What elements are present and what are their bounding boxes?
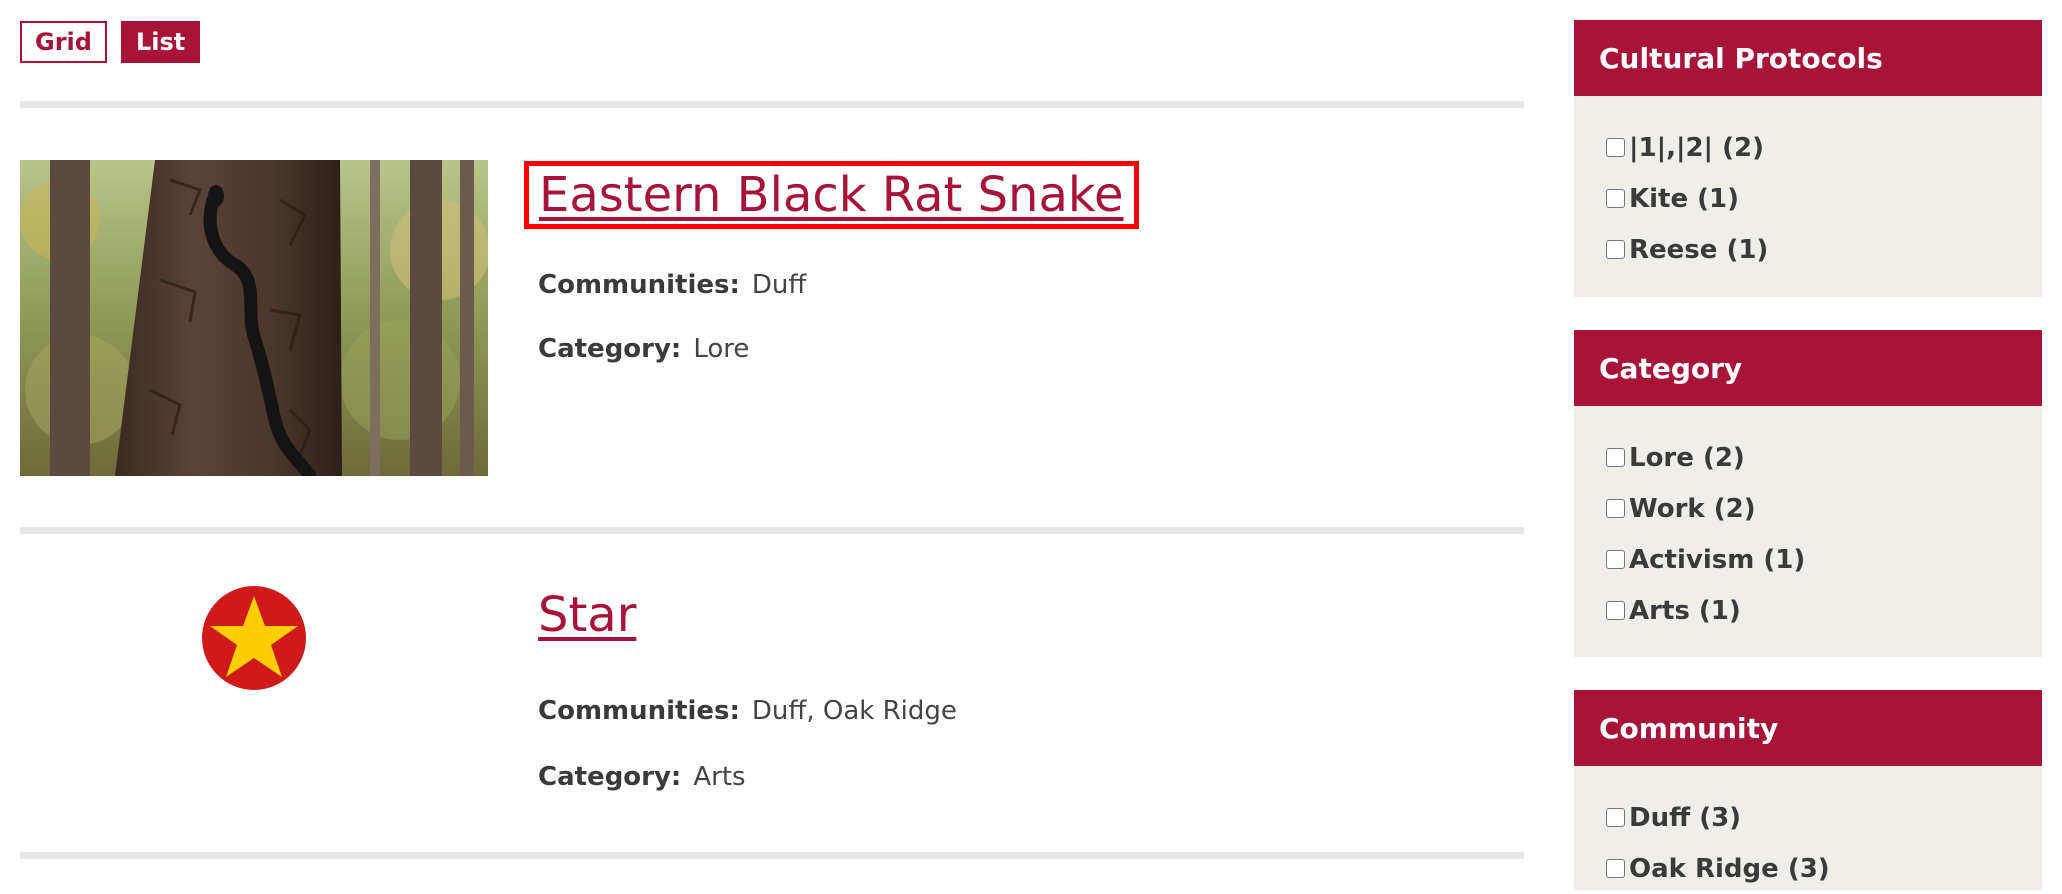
- facet-community: Community Duff (3) Oak Ridge (3): [1574, 690, 2042, 890]
- category-row: Category: Arts: [538, 762, 746, 792]
- checkbox[interactable]: [1606, 189, 1625, 208]
- communities-value: Duff, Oak Ridge: [751, 696, 957, 726]
- facet-category: Category Lore (2) Work (2) Activism (1) …: [1574, 330, 2042, 657]
- filter-option[interactable]: Duff (3): [1606, 792, 2042, 843]
- facet-title: Cultural Protocols: [1574, 20, 2042, 96]
- divider: [20, 101, 1524, 108]
- facet-title: Category: [1574, 330, 2042, 406]
- communities-label: Communities:: [538, 270, 740, 300]
- filter-option-label: |1|,|2| (2): [1629, 132, 1764, 163]
- divider: [20, 527, 1524, 534]
- filter-option[interactable]: Activism (1): [1606, 534, 2042, 585]
- communities-label: Communities:: [538, 696, 740, 726]
- results-area: Grid List Eastern Black Rat Snake Commun…: [20, 0, 1524, 873]
- checkbox[interactable]: [1606, 601, 1625, 620]
- checkbox[interactable]: [1606, 808, 1625, 827]
- result-title: Star: [538, 586, 636, 644]
- checkbox[interactable]: [1606, 448, 1625, 467]
- filter-option-label: Oak Ridge (3): [1629, 853, 1830, 884]
- filter-option[interactable]: Arts (1): [1606, 585, 2042, 636]
- filter-option[interactable]: |1|,|2| (2): [1606, 122, 2042, 173]
- filter-option[interactable]: Work (2): [1606, 483, 2042, 534]
- list-view-button[interactable]: List: [120, 21, 201, 63]
- communities-row: Communities: Duff: [538, 270, 806, 300]
- divider: [20, 852, 1524, 859]
- category-label: Category:: [538, 762, 682, 792]
- result-title-link[interactable]: Star: [538, 587, 636, 643]
- facet-title: Community: [1574, 690, 2042, 766]
- filter-option-label: Kite (1): [1629, 183, 1740, 214]
- checkbox[interactable]: [1606, 499, 1625, 518]
- communities-row: Communities: Duff, Oak Ridge: [538, 696, 957, 726]
- filter-option[interactable]: Reese (1): [1606, 224, 2042, 275]
- checkbox[interactable]: [1606, 240, 1625, 259]
- category-label: Category:: [538, 334, 682, 364]
- grid-view-button[interactable]: Grid: [20, 21, 107, 63]
- list-item: Eastern Black Rat Snake Communities: Duff…: [20, 160, 1524, 476]
- checkbox[interactable]: [1606, 138, 1625, 157]
- snake-thumbnail[interactable]: [20, 160, 488, 476]
- snake-photo: [20, 160, 488, 476]
- filter-option-label: Reese (1): [1629, 234, 1769, 265]
- filter-option-label: Lore (2): [1629, 442, 1745, 473]
- category-value: Arts: [693, 762, 746, 792]
- checkbox[interactable]: [1606, 550, 1625, 569]
- result-title-link[interactable]: Eastern Black Rat Snake: [539, 167, 1124, 223]
- result-title-highlight: Eastern Black Rat Snake: [524, 161, 1139, 229]
- checkbox[interactable]: [1606, 859, 1625, 878]
- filter-option[interactable]: Kite (1): [1606, 173, 2042, 224]
- filter-option-label: Duff (3): [1629, 802, 1742, 833]
- category-row: Category: Lore: [538, 334, 749, 364]
- filter-option-label: Work (2): [1629, 493, 1756, 524]
- list-item: Star Communities: Duff, Oak Ridge Categor…: [20, 586, 1524, 792]
- star-icon: [202, 586, 306, 690]
- filter-option[interactable]: Lore (2): [1606, 432, 2042, 483]
- communities-value: Duff: [751, 270, 807, 300]
- category-value: Lore: [693, 334, 750, 364]
- filter-option-label: Activism (1): [1629, 544, 1806, 575]
- star-thumbnail[interactable]: [20, 586, 488, 706]
- filter-option-label: Arts (1): [1629, 595, 1741, 626]
- view-toggle: Grid List: [20, 21, 201, 63]
- facet-cultural-protocols: Cultural Protocols |1|,|2| (2) Kite (1) …: [1574, 20, 2042, 297]
- filter-option[interactable]: Oak Ridge (3): [1606, 843, 2042, 894]
